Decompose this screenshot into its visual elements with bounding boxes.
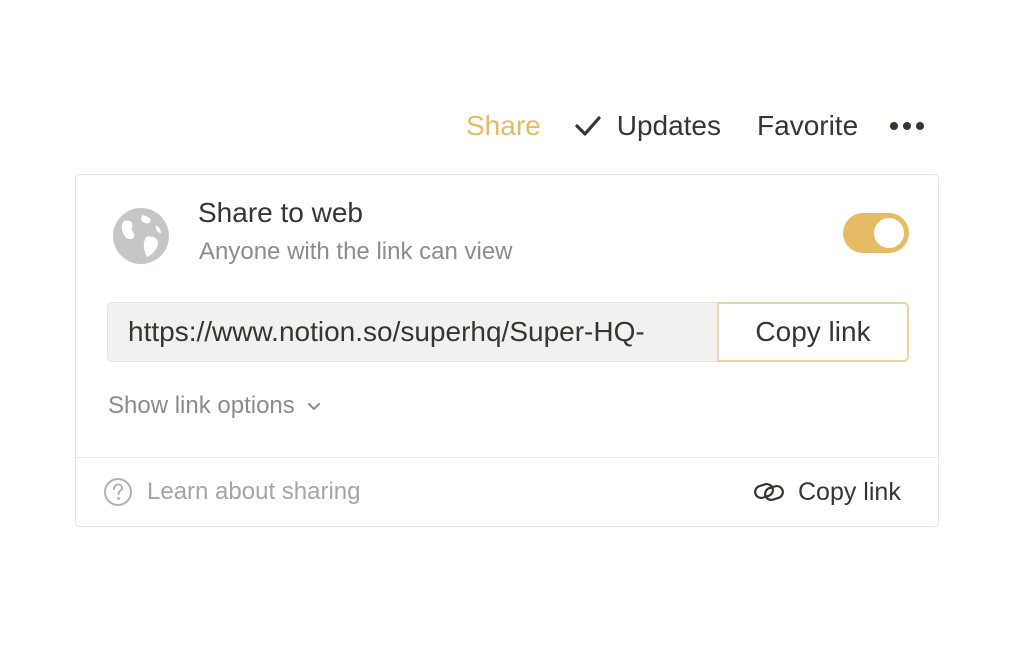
footer-copy-link-label: Copy link bbox=[798, 477, 901, 506]
ellipsis-icon bbox=[903, 122, 912, 130]
globe-icon bbox=[112, 207, 170, 265]
share-link-row: https://www.notion.so/superhq/Super-HQ- … bbox=[107, 302, 909, 362]
share-button[interactable]: Share bbox=[466, 110, 541, 142]
more-options-button[interactable] bbox=[890, 111, 925, 141]
updates-button[interactable]: Updates bbox=[573, 110, 721, 142]
link-options-label: Show link options bbox=[108, 392, 295, 419]
chevron-down-icon bbox=[305, 397, 323, 415]
page-topbar: Share Updates Favorite bbox=[466, 104, 925, 148]
updates-label: Updates bbox=[616, 110, 722, 141]
share-to-web-subtitle: Anyone with the link can view bbox=[199, 238, 513, 265]
toggle-knob bbox=[874, 218, 904, 248]
share-url-field[interactable]: https://www.notion.so/superhq/Super-HQ- bbox=[107, 302, 719, 362]
learn-about-sharing-link[interactable]: Learn about sharing bbox=[103, 477, 361, 507]
link-icon bbox=[752, 477, 786, 507]
share-panel: Share to web Anyone with the link can vi… bbox=[75, 174, 939, 527]
copy-link-button[interactable]: Copy link bbox=[717, 302, 909, 362]
favorite-button[interactable]: Favorite bbox=[757, 110, 858, 142]
ellipsis-icon bbox=[890, 122, 899, 130]
share-to-web-title: Share to web bbox=[198, 197, 363, 228]
learn-about-sharing-label: Learn about sharing bbox=[147, 478, 361, 505]
ellipsis-icon bbox=[916, 122, 925, 130]
panel-divider bbox=[76, 457, 938, 458]
footer-copy-link-button[interactable]: Copy link bbox=[752, 477, 901, 507]
share-to-web-toggle[interactable] bbox=[843, 213, 909, 253]
help-icon bbox=[103, 477, 133, 507]
checkmark-icon bbox=[573, 111, 603, 141]
show-link-options-button[interactable]: Show link options bbox=[108, 392, 323, 420]
